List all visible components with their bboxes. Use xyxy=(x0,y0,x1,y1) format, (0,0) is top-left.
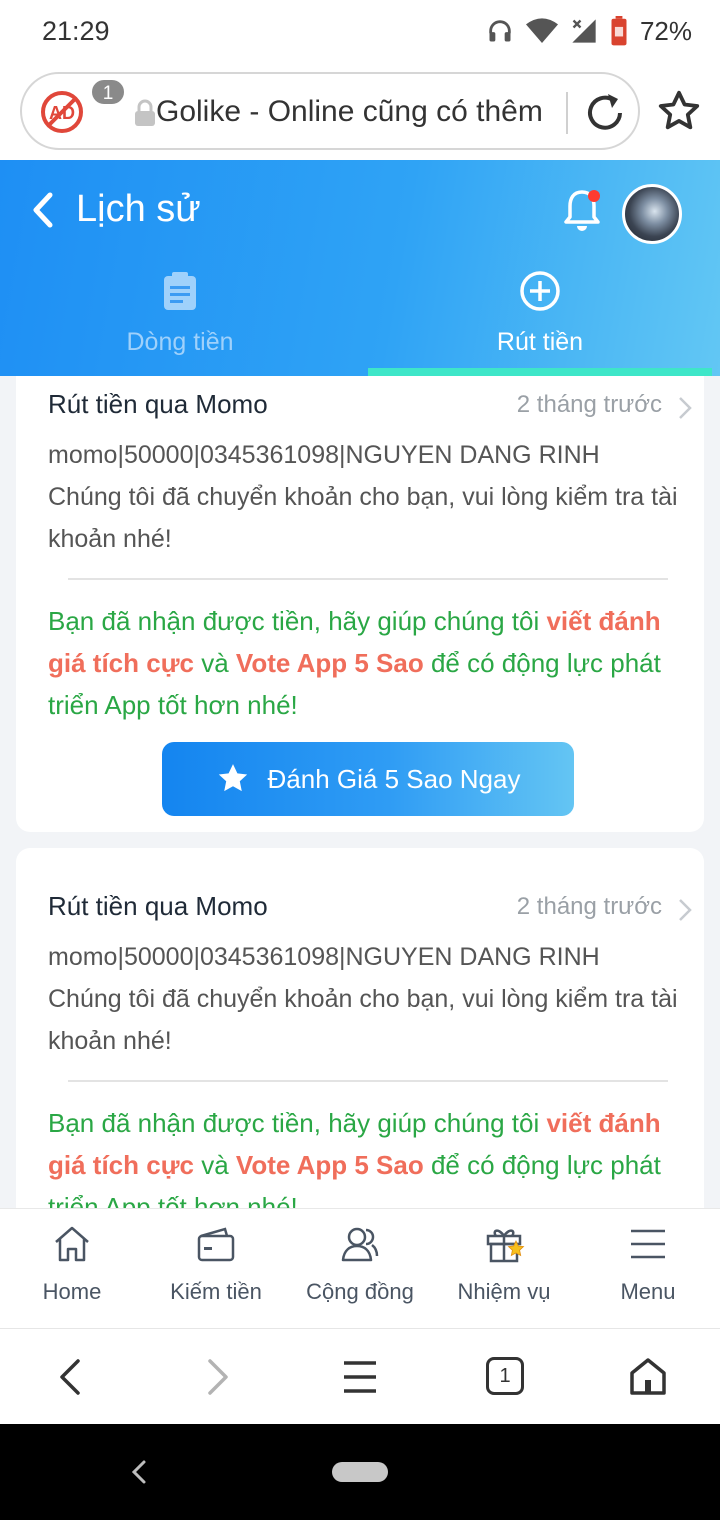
page-title: Lịch sử xyxy=(76,188,201,230)
promo-text: Bạn đã nhận được tiền, hãy giúp chúng tô… xyxy=(48,606,547,636)
menu-icon xyxy=(631,1229,665,1259)
nav-label: Cộng đồng xyxy=(306,1279,414,1304)
nav-item-nhiem-vu[interactable]: Nhiệm vụ xyxy=(432,1223,576,1323)
plus-circle-icon xyxy=(520,271,560,311)
app-header: Lịch sử Dòng tiền Rút tiền xyxy=(0,160,720,376)
card-detail-line: momo|50000|0345361098|NGUYEN DANG RINH xyxy=(48,441,600,469)
promo-text: và xyxy=(193,648,236,678)
browser-address-bar: AD 1 Golike - Online cũng có thêm xyxy=(0,62,720,160)
card-time: 2 tháng trước xyxy=(516,391,662,418)
browser-forward-icon[interactable] xyxy=(192,1353,240,1401)
chevron-right-icon xyxy=(679,397,692,419)
url-text[interactable]: Golike - Online cũng có thêm xyxy=(156,92,556,132)
android-back-icon[interactable] xyxy=(128,1458,150,1486)
nav-item-menu[interactable]: Menu xyxy=(576,1223,720,1323)
card-body: momo|50000|0345361098|NGUYEN DANG RINH C… xyxy=(48,936,688,1062)
nav-label: Kiếm tiền xyxy=(170,1279,262,1304)
home-icon xyxy=(55,1226,89,1262)
card-message: Chúng tôi đã chuyển khoản cho bạn, vui l… xyxy=(48,483,678,553)
history-card[interactable]: Rút tiền qua Momo 2 tháng trước momo|500… xyxy=(16,376,704,832)
lock-icon xyxy=(135,99,155,126)
tab-label: Rút tiền xyxy=(496,328,584,356)
chevron-right-icon xyxy=(679,899,692,921)
reload-icon[interactable] xyxy=(582,90,628,136)
review-prompt: Bạn đã nhận được tiền, hãy giúp chúng tô… xyxy=(48,1102,688,1208)
history-card[interactable]: Rút tiền qua Momo 2 tháng trước momo|500… xyxy=(16,848,704,1208)
bottom-nav: Home Kiếm tiền Cộng đồng Nhiệm vụ Menu xyxy=(0,1208,720,1328)
url-separator xyxy=(566,92,568,134)
history-list[interactable]: Rút tiền qua Momo 2 tháng trước momo|500… xyxy=(0,376,720,1208)
browser-toolbar: 1 xyxy=(0,1328,720,1424)
nav-label: Menu xyxy=(620,1279,676,1304)
card-divider xyxy=(68,1080,668,1082)
avatar[interactable] xyxy=(622,184,682,244)
star-icon xyxy=(218,764,247,792)
tab-rut-tien[interactable]: Rút tiền xyxy=(368,270,712,376)
card-title: Rút tiền qua Momo xyxy=(48,389,268,419)
notification-dot xyxy=(588,190,600,202)
card-detail-line: momo|50000|0345361098|NGUYEN DANG RINH xyxy=(48,943,600,971)
community-icon xyxy=(341,1227,379,1262)
ad-block-count-badge: 1 xyxy=(90,78,126,106)
rate-5-star-button[interactable]: Đánh Giá 5 Sao Ngay xyxy=(162,742,574,816)
gift-icon xyxy=(486,1229,525,1263)
tab-label: Dòng tiền xyxy=(126,328,234,356)
wallet-icon xyxy=(197,1227,235,1262)
promo-highlight: Vote App 5 Sao xyxy=(235,648,424,678)
card-message: Chúng tôi đã chuyển khoản cho bạn, vui l… xyxy=(48,985,678,1055)
clipboard-icon xyxy=(164,272,196,310)
nav-item-cong-dong[interactable]: Cộng đồng xyxy=(288,1223,432,1323)
card-time: 2 tháng trước xyxy=(516,893,662,920)
status-time: 21:29 xyxy=(42,15,110,46)
nav-label: Home xyxy=(42,1279,102,1304)
nav-label: Nhiệm vụ xyxy=(457,1279,551,1304)
battery-icon xyxy=(611,16,627,46)
wifi-icon xyxy=(525,18,558,43)
promo-text: và xyxy=(193,1150,236,1180)
tab-dong-tien[interactable]: Dòng tiền xyxy=(8,270,352,376)
rate-button-label: Đánh Giá 5 Sao Ngay xyxy=(267,763,521,794)
browser-menu-icon[interactable] xyxy=(336,1353,384,1401)
signal-icon xyxy=(572,19,596,43)
nav-item-kiem-tien[interactable]: Kiếm tiền xyxy=(144,1223,288,1323)
card-divider xyxy=(68,578,668,580)
url-field[interactable]: AD 1 Golike - Online cũng có thêm xyxy=(20,72,640,150)
nav-item-home[interactable]: Home xyxy=(0,1223,144,1323)
status-bar: 21:29 72% xyxy=(0,0,720,62)
browser-home-icon[interactable] xyxy=(624,1353,672,1401)
browser-back-icon[interactable] xyxy=(48,1353,96,1401)
headphones-icon xyxy=(489,20,511,42)
promo-highlight: Vote App 5 Sao xyxy=(235,1150,424,1180)
card-title: Rút tiền qua Momo xyxy=(48,891,268,921)
android-home-pill[interactable] xyxy=(332,1462,388,1482)
status-icons: 72% xyxy=(486,16,692,47)
ad-block-icon[interactable]: AD xyxy=(40,90,84,134)
bookmark-star-icon[interactable] xyxy=(656,88,702,134)
card-body: momo|50000|0345361098|NGUYEN DANG RINH C… xyxy=(48,434,688,560)
android-nav-bar xyxy=(0,1424,720,1520)
browser-tabs-count[interactable]: 1 xyxy=(486,1357,524,1395)
review-prompt: Bạn đã nhận được tiền, hãy giúp chúng tô… xyxy=(48,600,688,726)
active-tab-indicator xyxy=(368,368,712,376)
battery-percent: 72% xyxy=(639,15,692,46)
back-icon[interactable] xyxy=(28,190,58,230)
promo-text: Bạn đã nhận được tiền, hãy giúp chúng tô… xyxy=(48,1108,547,1138)
